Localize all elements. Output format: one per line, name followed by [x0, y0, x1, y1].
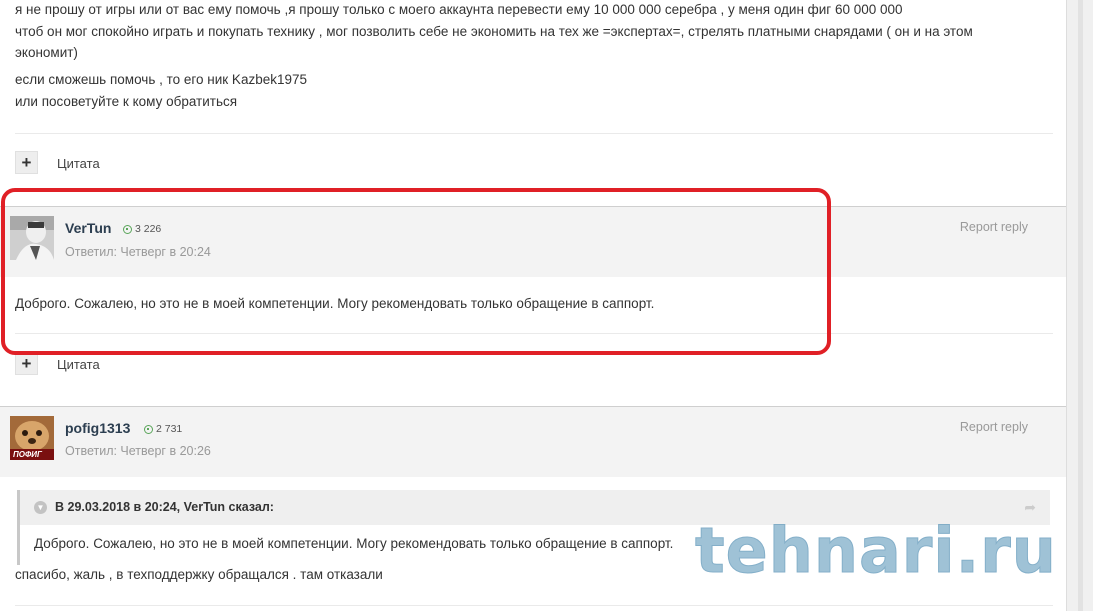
blockquote-text: Доброго. Сожалею, но это не в моей компе… [34, 536, 674, 551]
author-name[interactable]: pofig1313 [65, 420, 130, 436]
divider [15, 133, 1053, 134]
highlight-annotation [1, 188, 831, 355]
reputation-value: 2 731 [156, 423, 183, 435]
post-text-line: если сможешь помочь , то его ник Kazbek1… [15, 72, 307, 87]
report-reply-link[interactable]: Report reply [960, 420, 1028, 434]
reputation-icon [144, 424, 153, 434]
avatar-caption: ПОФИГ [13, 450, 42, 459]
post-text-line: или посоветуйте к кому обратиться [15, 94, 238, 109]
divider [15, 605, 1053, 606]
scrollbar-thumb[interactable] [1078, 0, 1083, 611]
quote-label[interactable]: Цитата [57, 156, 100, 171]
watermark-logo: tehnari.ru [695, 514, 1057, 587]
report-reply-link[interactable]: Report reply [960, 220, 1028, 234]
quote-plus-button[interactable]: + [15, 352, 38, 375]
post-header [0, 406, 1066, 477]
reputation-badge: 2 731 [144, 423, 182, 435]
post-text-line: я не прошу от игры или от вас ему помочь… [15, 2, 903, 17]
avatar[interactable]: ПОФИГ [10, 416, 54, 460]
post-text-line: экономит) [15, 45, 78, 60]
chevron-down-icon[interactable]: ▼ [34, 501, 47, 514]
forum-thread: я не прошу от игры или от вас ему помочь… [0, 0, 1066, 611]
post-body: спасибо, жаль , в техподдержку обращался… [15, 567, 383, 582]
quote-plus-button[interactable]: + [15, 151, 38, 174]
post-meta: Ответил: Четверг в 20:26 [65, 444, 211, 458]
quote-label[interactable]: Цитата [57, 357, 100, 372]
blockquote-title: В 29.03.2018 в 20:24, VerTun сказал: [55, 500, 274, 514]
post-text-line: чтоб он мог спокойно играть и покупать т… [15, 24, 973, 39]
